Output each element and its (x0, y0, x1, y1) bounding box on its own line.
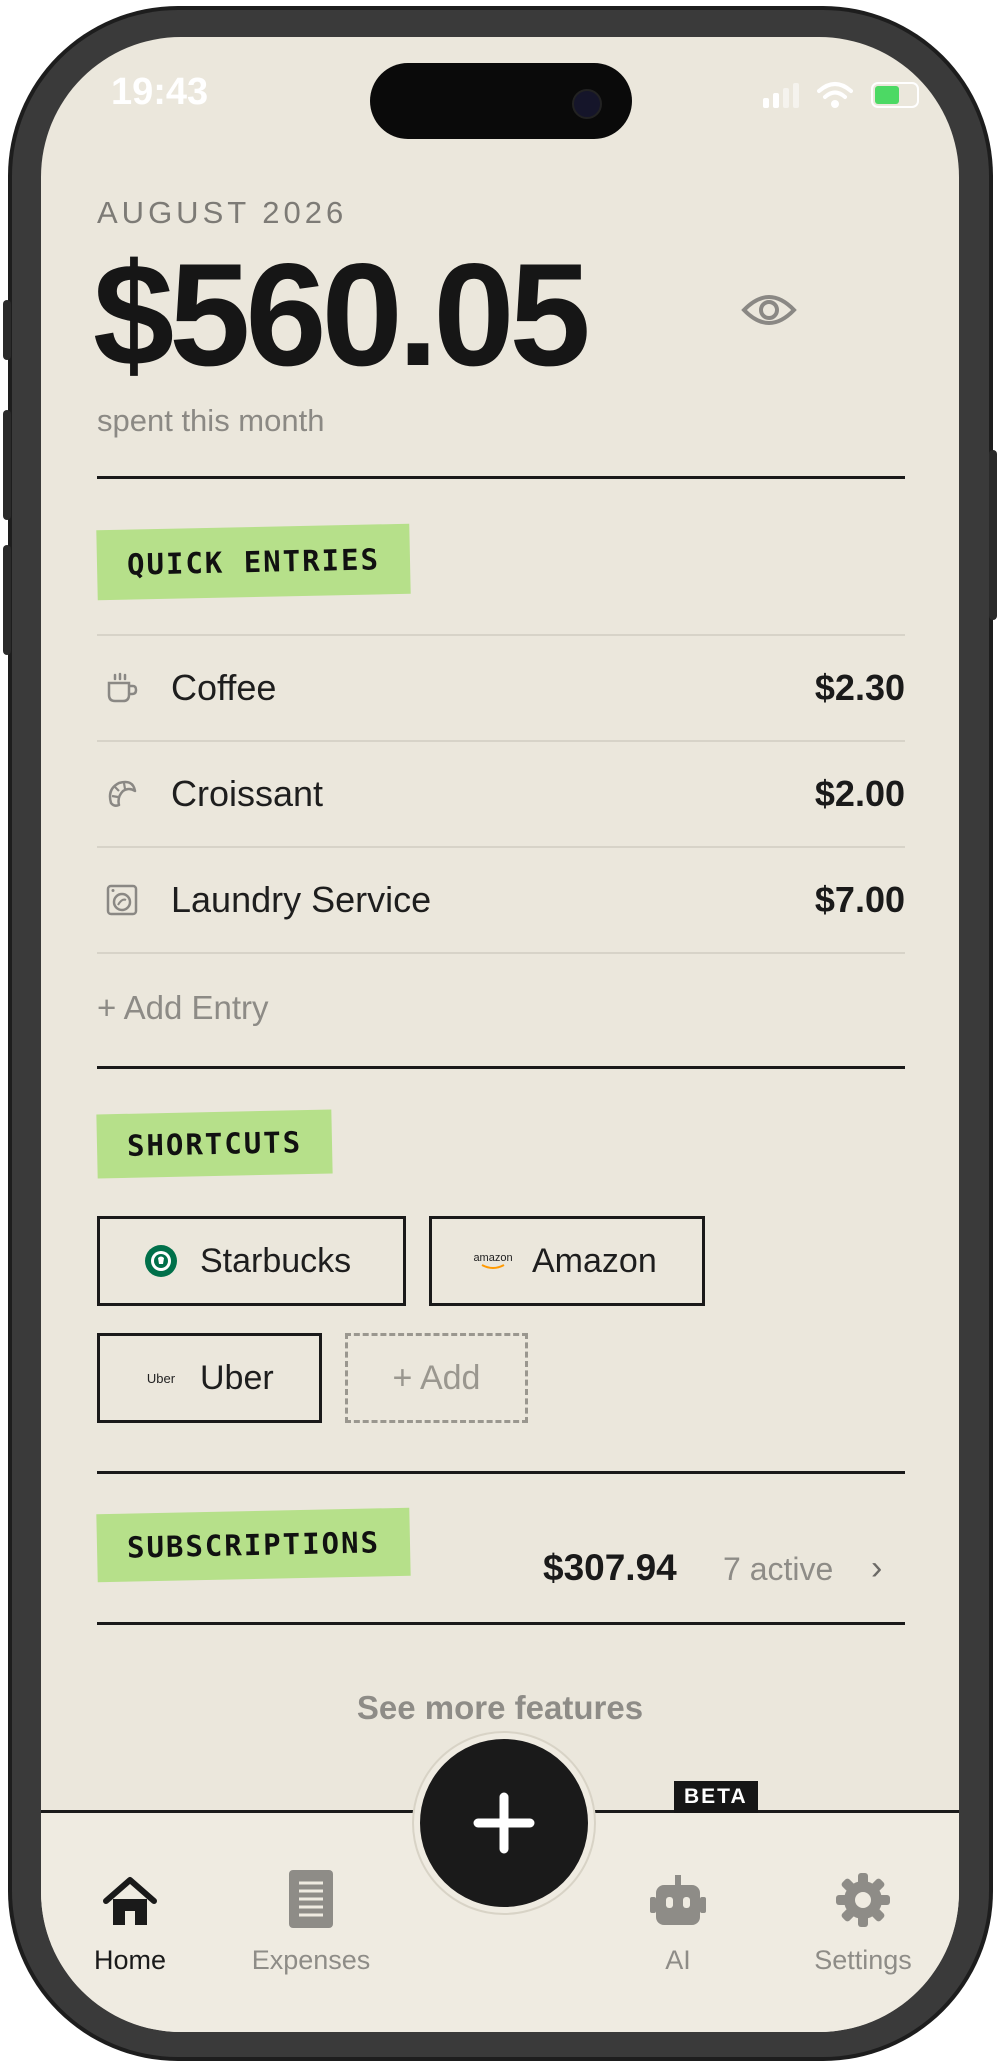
battery-icon (871, 82, 919, 108)
wifi-icon (817, 82, 853, 108)
status-icons (763, 81, 919, 109)
total-spent: $560.05 (93, 233, 591, 396)
tab-expenses[interactable]: Expenses (231, 1863, 391, 1976)
subscriptions-heading[interactable]: SUBSCRIPTIONS (96, 1507, 411, 1583)
tab-label: AI (665, 1945, 691, 1975)
divider (97, 1622, 905, 1625)
croissant-icon (108, 780, 137, 807)
volume-down-button (3, 545, 11, 655)
cellular-signal-icon (763, 82, 799, 108)
shortcut-label: Starbucks (200, 1241, 352, 1280)
quick-entry-row[interactable]: Coffee $2.30 (97, 636, 905, 740)
shortcuts-heading: SHORTCUTS (96, 1109, 333, 1179)
tab-label: Settings (814, 1945, 912, 1975)
add-entry-button[interactable]: + Add Entry (97, 989, 269, 1027)
starbucks-logo-icon (144, 1244, 178, 1278)
tab-settings[interactable]: Settings (783, 1863, 943, 1976)
action-button (3, 300, 11, 360)
total-subtitle: spent this month (97, 403, 325, 438)
beta-badge: BETA (674, 1781, 758, 1813)
add-shortcut-button[interactable]: + Add (345, 1333, 528, 1423)
tab-ai[interactable]: AI (598, 1863, 758, 1976)
quick-entries-heading: QUICK ENTRIES (96, 523, 411, 601)
volume-up-button (3, 410, 11, 520)
divider (97, 1471, 905, 1474)
receipt-icon (289, 1870, 333, 1928)
amazon-logo-icon: amazon (473, 1244, 513, 1278)
divider (97, 952, 905, 954)
coffee-cup-icon (107, 672, 138, 703)
shortcut-uber[interactable]: Uber Uber (97, 1333, 322, 1423)
plus-icon (473, 1792, 535, 1854)
entry-amount: $2.30 (814, 667, 905, 708)
power-button (989, 450, 997, 620)
eye-icon[interactable] (741, 292, 797, 328)
subscriptions-amount[interactable]: $307.94 (543, 1547, 677, 1589)
gear-icon (836, 1873, 890, 1927)
entry-name: Laundry Service (171, 879, 432, 920)
divider (97, 1066, 905, 1069)
tab-label: Home (93, 1945, 167, 1975)
shortcut-label: Uber (200, 1358, 274, 1397)
see-more-features-link[interactable]: See more features (41, 1689, 959, 1727)
entry-name: Croissant (171, 773, 324, 814)
tab-home[interactable]: Home (50, 1863, 210, 1976)
front-camera (572, 89, 602, 119)
divider (97, 476, 905, 479)
subscriptions-active-count[interactable]: 7 active (723, 1551, 833, 1588)
uber-logo-icon: Uber (146, 1370, 176, 1386)
shortcut-label: Amazon (532, 1241, 657, 1280)
quick-entry-row[interactable]: Croissant $2.00 (97, 742, 905, 846)
add-expense-button[interactable] (414, 1733, 594, 1913)
app-screen: 19:43 AUGUST 2026 $560.05 spent this mon… (41, 37, 959, 2032)
dynamic-island (370, 63, 632, 139)
month-label: AUGUST 2026 (97, 195, 348, 230)
chevron-right-icon[interactable]: › (871, 1549, 882, 1588)
entry-name: Coffee (171, 667, 277, 708)
tab-label: Expenses (251, 1945, 371, 1975)
home-icon (103, 1877, 157, 1925)
shortcut-starbucks[interactable]: Starbucks (97, 1216, 406, 1306)
entry-amount: $2.00 (814, 773, 905, 814)
robot-icon (650, 1875, 706, 1925)
shortcut-amazon[interactable]: amazon Amazon (429, 1216, 705, 1306)
entry-amount: $7.00 (814, 879, 905, 920)
washing-machine-icon (106, 884, 138, 916)
quick-entry-row[interactable]: Laundry Service $7.00 (97, 848, 905, 952)
status-time: 19:43 (111, 71, 209, 113)
